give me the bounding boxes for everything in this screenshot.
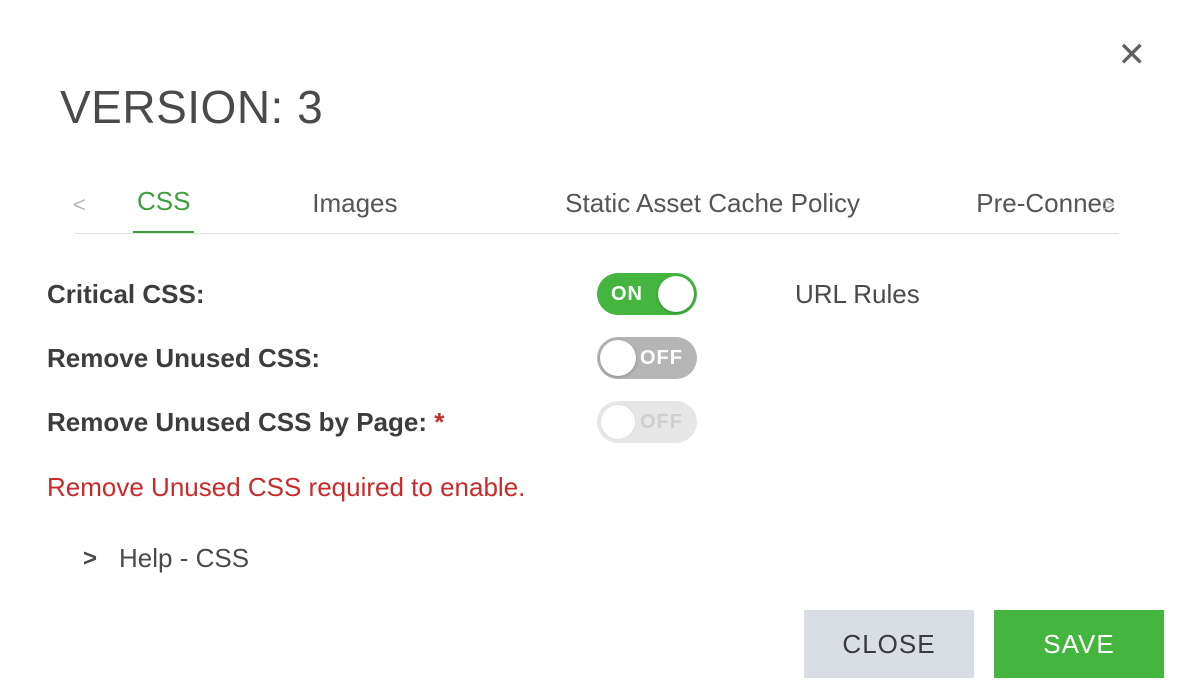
toggle-knob	[600, 340, 636, 376]
tab-pre-connect[interactable]: Pre-Connec	[972, 178, 1119, 233]
tab-images[interactable]: Images	[308, 178, 401, 233]
toggle-remove-unused-css-text: OFF	[626, 347, 697, 370]
tabs-bar: CSS Images Static Asset Cache Policy Pre…	[75, 178, 1119, 234]
tab-css[interactable]: CSS	[133, 178, 194, 234]
save-button[interactable]: SAVE	[994, 610, 1164, 678]
help-toggle[interactable]: > Help - CSS	[47, 543, 1149, 574]
setting-row-remove-unused-css: Remove Unused CSS: OFF	[47, 326, 1149, 390]
toggle-knob	[658, 276, 694, 312]
warning-text: Remove Unused CSS required to enable.	[47, 472, 1149, 503]
toggle-knob	[600, 404, 636, 440]
toggle-remove-unused-css-by-page-text: OFF	[626, 411, 697, 434]
toggle-remove-unused-css-by-page: OFF	[597, 401, 697, 443]
tabs-container: < CSS Images Static Asset Cache Policy P…	[45, 178, 1149, 234]
close-button[interactable]: CLOSE	[804, 610, 974, 678]
toggle-critical-css-text: ON	[597, 283, 657, 306]
link-url-rules[interactable]: URL Rules	[795, 279, 920, 310]
required-star-icon: *	[434, 407, 444, 437]
label-critical-css: Critical CSS:	[47, 279, 597, 310]
tabs-next-icon[interactable]: >	[1102, 192, 1115, 218]
label-remove-unused-css-by-page: Remove Unused CSS by Page: *	[47, 407, 597, 438]
chevron-right-icon: >	[83, 545, 97, 573]
setting-row-remove-unused-css-by-page: Remove Unused CSS by Page: * OFF	[47, 390, 1149, 454]
setting-row-critical-css: Critical CSS: ON URL Rules	[47, 262, 1149, 326]
toggle-critical-css[interactable]: ON	[597, 273, 697, 315]
tab-static-asset-cache-policy[interactable]: Static Asset Cache Policy	[561, 178, 864, 233]
modal-title: VERSION: 3	[60, 80, 1149, 134]
help-label: Help - CSS	[119, 543, 249, 574]
label-remove-unused-css: Remove Unused CSS:	[47, 343, 597, 374]
toggle-remove-unused-css[interactable]: OFF	[597, 337, 697, 379]
close-icon[interactable]: ✕	[1118, 38, 1147, 72]
tabs-prev-icon[interactable]: <	[73, 192, 86, 218]
settings-modal: ✕ VERSION: 3 < CSS Images Static Asset C…	[0, 0, 1194, 692]
label-remove-unused-css-by-page-text: Remove Unused CSS by Page:	[47, 407, 434, 437]
modal-footer: CLOSE SAVE	[804, 610, 1164, 678]
tab-content: Critical CSS: ON URL Rules Remove Unused…	[45, 234, 1149, 574]
